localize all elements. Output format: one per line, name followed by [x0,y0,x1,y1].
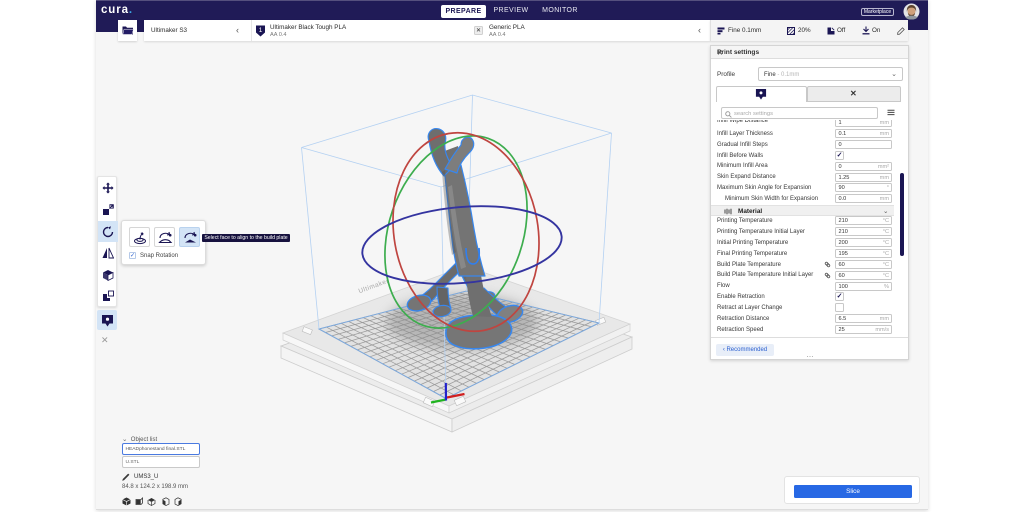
svg-text:Ultimaker: Ultimaker [358,278,391,296]
svg-text:1: 1 [259,27,263,34]
